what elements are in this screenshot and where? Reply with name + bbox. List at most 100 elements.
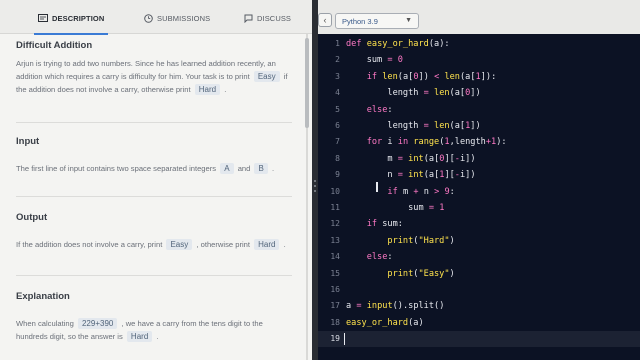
code-chip: 229+390 [77,318,118,329]
output-text: . [283,240,286,249]
code-line[interactable]: 14 else: [318,249,640,265]
code-line[interactable]: 19 [318,331,640,348]
text-caret [344,333,345,346]
line-number: 16 [330,285,340,294]
code-line[interactable]: 6 length = len(a[1]) [318,118,640,134]
code-text: n = int(a[1][-i]) [387,170,476,181]
output-text: If the addition does not involve a carry… [16,240,163,249]
line-number: 8 [335,153,340,163]
code-line[interactable]: 18 easy_or_hard(a) [318,315,640,331]
code-text: m = int(a[0][-i]) [387,153,476,164]
chevron-left-icon: ‹ [323,15,327,25]
line-number: 3 [335,71,340,81]
divider [16,275,292,276]
grip-dot [314,185,316,187]
code-line[interactable]: 16 [318,282,640,298]
code-text: length = len(a[1]) [387,121,481,131]
line-number: 1 [335,39,340,48]
chevron-down-icon: ▼ [405,17,412,24]
code-text: print("Easy") [387,268,455,279]
code-text: else: [366,104,393,115]
code-text: sum = 1 [408,203,445,213]
line-number: 2 [335,55,340,65]
code-line[interactable]: 1 def easy_or_hard(a): [318,36,640,52]
tab-submissions[interactable]: SUBMISSIONS [143,9,210,27]
code-chip: A [220,163,234,174]
language-select-value: Python 3.9 [342,16,378,26]
code-line[interactable]: 13 print("Hard") [318,233,640,249]
code-chip: Easy [253,71,280,82]
editor-toolbar: ‹ Python 3.9 ▼ [318,0,640,34]
code-text: if len(a[0]) < len(a[1]): [366,71,497,82]
tab-description[interactable]: DESCRIPTION [33,9,109,35]
scrollbar-thumb[interactable] [305,38,309,128]
output-text: , otherwise print [196,240,250,249]
code-chip: Easy [166,239,193,250]
line-number: 10 [330,186,340,196]
code-text: else: [366,252,393,263]
code-text: easy_or_hard(a) [346,317,424,328]
line-number: 18 [330,317,340,327]
collapse-panel-button[interactable]: ‹ [318,13,332,27]
code-text: a = input().split() [346,301,445,312]
code-chip: Hard [254,239,280,250]
input-title: Input [16,136,40,147]
text-cursor-pointer [376,182,378,192]
code-line[interactable]: 9 n = int(a[1][-i]) [318,167,640,183]
divider [16,122,292,123]
input-text: and [237,164,251,173]
line-number: 19 [330,334,340,344]
tab-description-label: DESCRIPTION [52,13,105,23]
input-description: The first line of input contains two spa… [16,162,291,175]
line-number: 17 [330,301,340,311]
code-line[interactable]: 12 if sum: [318,216,640,232]
line-number: 6 [335,121,340,130]
line-number: 15 [330,268,340,278]
code-text: sum = 0 [366,55,403,66]
explanation-text-part: . [156,332,159,341]
language-select[interactable]: Python 3.9 ▼ [335,13,419,29]
code-text: print("Hard") [387,235,455,246]
code-line[interactable]: 8 m = int(a[0][-i]) [318,151,640,167]
clock-icon [143,13,153,23]
statement-text: Arjun is trying to add two numbers. Sinc… [16,59,276,81]
code-line[interactable]: 4 length = len(a[0]) [318,85,640,101]
output-description: If the addition does not involve a carry… [16,238,291,251]
code-line[interactable]: 2 sum = 0 [318,52,640,68]
problem-panel: DESCRIPTION SUBMISSIONS DISCUSS Difficul… [0,0,312,360]
code-line[interactable]: 17 a = input().split() [318,298,640,314]
line-number: 9 [335,170,340,180]
line-number: 11 [330,203,340,212]
code-chip: Hard [194,84,221,95]
input-text: . [271,164,275,173]
code-text: length = len(a[0]) [387,88,481,99]
line-number: 7 [335,137,340,147]
divider [16,196,292,197]
code-text: def easy_or_hard(a): [346,39,450,49]
explanation-text: When calculating 229+390 , we have a car… [16,317,291,343]
explanation-text-part: When calculating [16,319,74,328]
code-line[interactable]: 7 for i in range(1,length+1): [318,134,640,150]
code-line[interactable]: 3 if len(a[0]) < len(a[1]): [318,69,640,85]
tab-submissions-label: SUBMISSIONS [157,13,211,23]
statement-text: . [224,85,227,94]
code-chip: B [254,163,268,174]
line-number: 14 [330,252,340,262]
code-text: if m + n > 9: [387,186,455,197]
line-number: 4 [335,88,340,98]
code-line[interactable]: 10 if m + n > 9: [318,184,640,200]
tab-discuss-label: DISCUSS [257,13,292,23]
line-number: 12 [330,219,340,229]
grip-dot [314,190,316,192]
code-editor[interactable]: 1 def easy_or_hard(a): 2 sum = 03 if len(a… [318,34,640,360]
code-line[interactable]: 11 sum = 1 [318,200,640,216]
code-line[interactable]: 5 else: [318,102,640,118]
line-number: 5 [335,104,340,114]
problem-title: Difficult Addition [16,40,93,51]
code-chip: Hard [126,331,153,342]
code-line[interactable]: 15 print("Easy") [318,266,640,282]
code-text: for i in range(1,length+1): [366,137,507,148]
tab-discuss[interactable]: DISCUSS [243,9,291,27]
line-number: 13 [330,235,340,245]
explanation-title: Explanation [16,291,70,302]
